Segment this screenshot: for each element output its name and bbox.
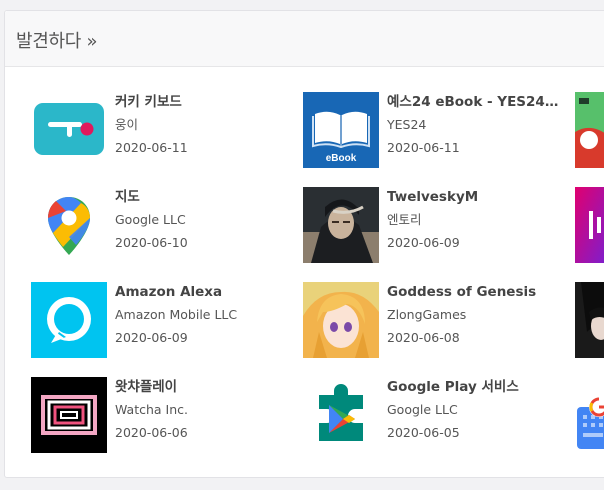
music-app-icon[interactable]: [575, 187, 604, 263]
app-item-yes24-ebook[interactable]: eBook 예스24 eBook - YES24 eBook YES24 202…: [303, 92, 573, 168]
app-item-cookey-keyboard[interactable]: 커키 키보드 웅이 2020-06-11: [31, 92, 301, 168]
yes24-ebook-icon[interactable]: eBook: [303, 92, 379, 168]
app-name[interactable]: 예스24 eBook - YES24 eBook: [387, 93, 563, 111]
app-date: 2020-06-11: [387, 140, 460, 155]
app-item-watcha-play[interactable]: 왓챠플레이 Watcha Inc. 2020-06-06: [31, 377, 301, 453]
app-date: 2020-06-05: [387, 425, 460, 440]
discover-card: 발견하다 » 커키 키보드 웅이 2020-06-11 eBook 예스24 e…: [4, 10, 604, 478]
app-item-goddess-of-genesis[interactable]: Goddess of Genesis ZlongGames 2020-06-08: [303, 282, 573, 358]
app-name[interactable]: Goddess of Genesis: [387, 283, 563, 301]
section-header: 발견하다 »: [5, 11, 604, 67]
twelvesky-icon[interactable]: [303, 187, 379, 263]
app-name[interactable]: 지도: [115, 188, 291, 206]
section-title[interactable]: 발견하다 »: [16, 27, 97, 53]
app-developer[interactable]: Google LLC: [387, 401, 563, 418]
app-name[interactable]: 왓챠플레이: [115, 378, 291, 396]
app-developer[interactable]: Google LLC: [115, 211, 291, 228]
app-developer[interactable]: ZlongGames: [387, 306, 563, 323]
ea-sports-fifa-icon[interactable]: [575, 92, 604, 168]
app-date: 2020-06-06: [115, 425, 188, 440]
app-developer[interactable]: YES24: [387, 116, 563, 133]
app-developer[interactable]: 엔토리: [387, 211, 563, 228]
app-item-amazon-alexa[interactable]: Amazon Alexa Amazon Mobile LLC 2020-06-0…: [31, 282, 301, 358]
svg-text:eBook: eBook: [326, 153, 357, 164]
app-developer[interactable]: Watcha Inc.: [115, 401, 291, 418]
google-play-services-icon[interactable]: [303, 377, 379, 453]
app-item-google-maps[interactable]: 지도 Google LLC 2020-06-10: [31, 187, 301, 263]
app-date: 2020-06-09: [115, 330, 188, 345]
amazon-alexa-icon[interactable]: [31, 282, 107, 358]
google-maps-icon[interactable]: [31, 187, 107, 263]
watcha-play-icon[interactable]: [31, 377, 107, 453]
app-date: 2020-06-09: [387, 235, 460, 250]
app-item-google-play-services[interactable]: Google Play 서비스 Google LLC 2020-06-05: [303, 377, 573, 453]
app-item-twelveskym[interactable]: TwelveskyM 엔토리 2020-06-09: [303, 187, 573, 263]
anime-game-icon[interactable]: [575, 282, 604, 358]
app-name[interactable]: 커키 키보드: [115, 93, 291, 111]
cookey-keyboard-icon[interactable]: [31, 92, 107, 168]
app-developer[interactable]: 웅이: [115, 116, 291, 133]
goddess-of-genesis-icon[interactable]: [303, 282, 379, 358]
app-date: 2020-06-08: [387, 330, 460, 345]
app-developer[interactable]: Amazon Mobile LLC: [115, 306, 291, 323]
app-date: 2020-06-10: [115, 235, 188, 250]
app-name[interactable]: Amazon Alexa: [115, 283, 291, 301]
app-date: 2020-06-11: [115, 140, 188, 155]
app-name[interactable]: Google Play 서비스: [387, 378, 563, 396]
gboard-icon[interactable]: [575, 377, 604, 453]
app-name[interactable]: TwelveskyM: [387, 188, 563, 206]
